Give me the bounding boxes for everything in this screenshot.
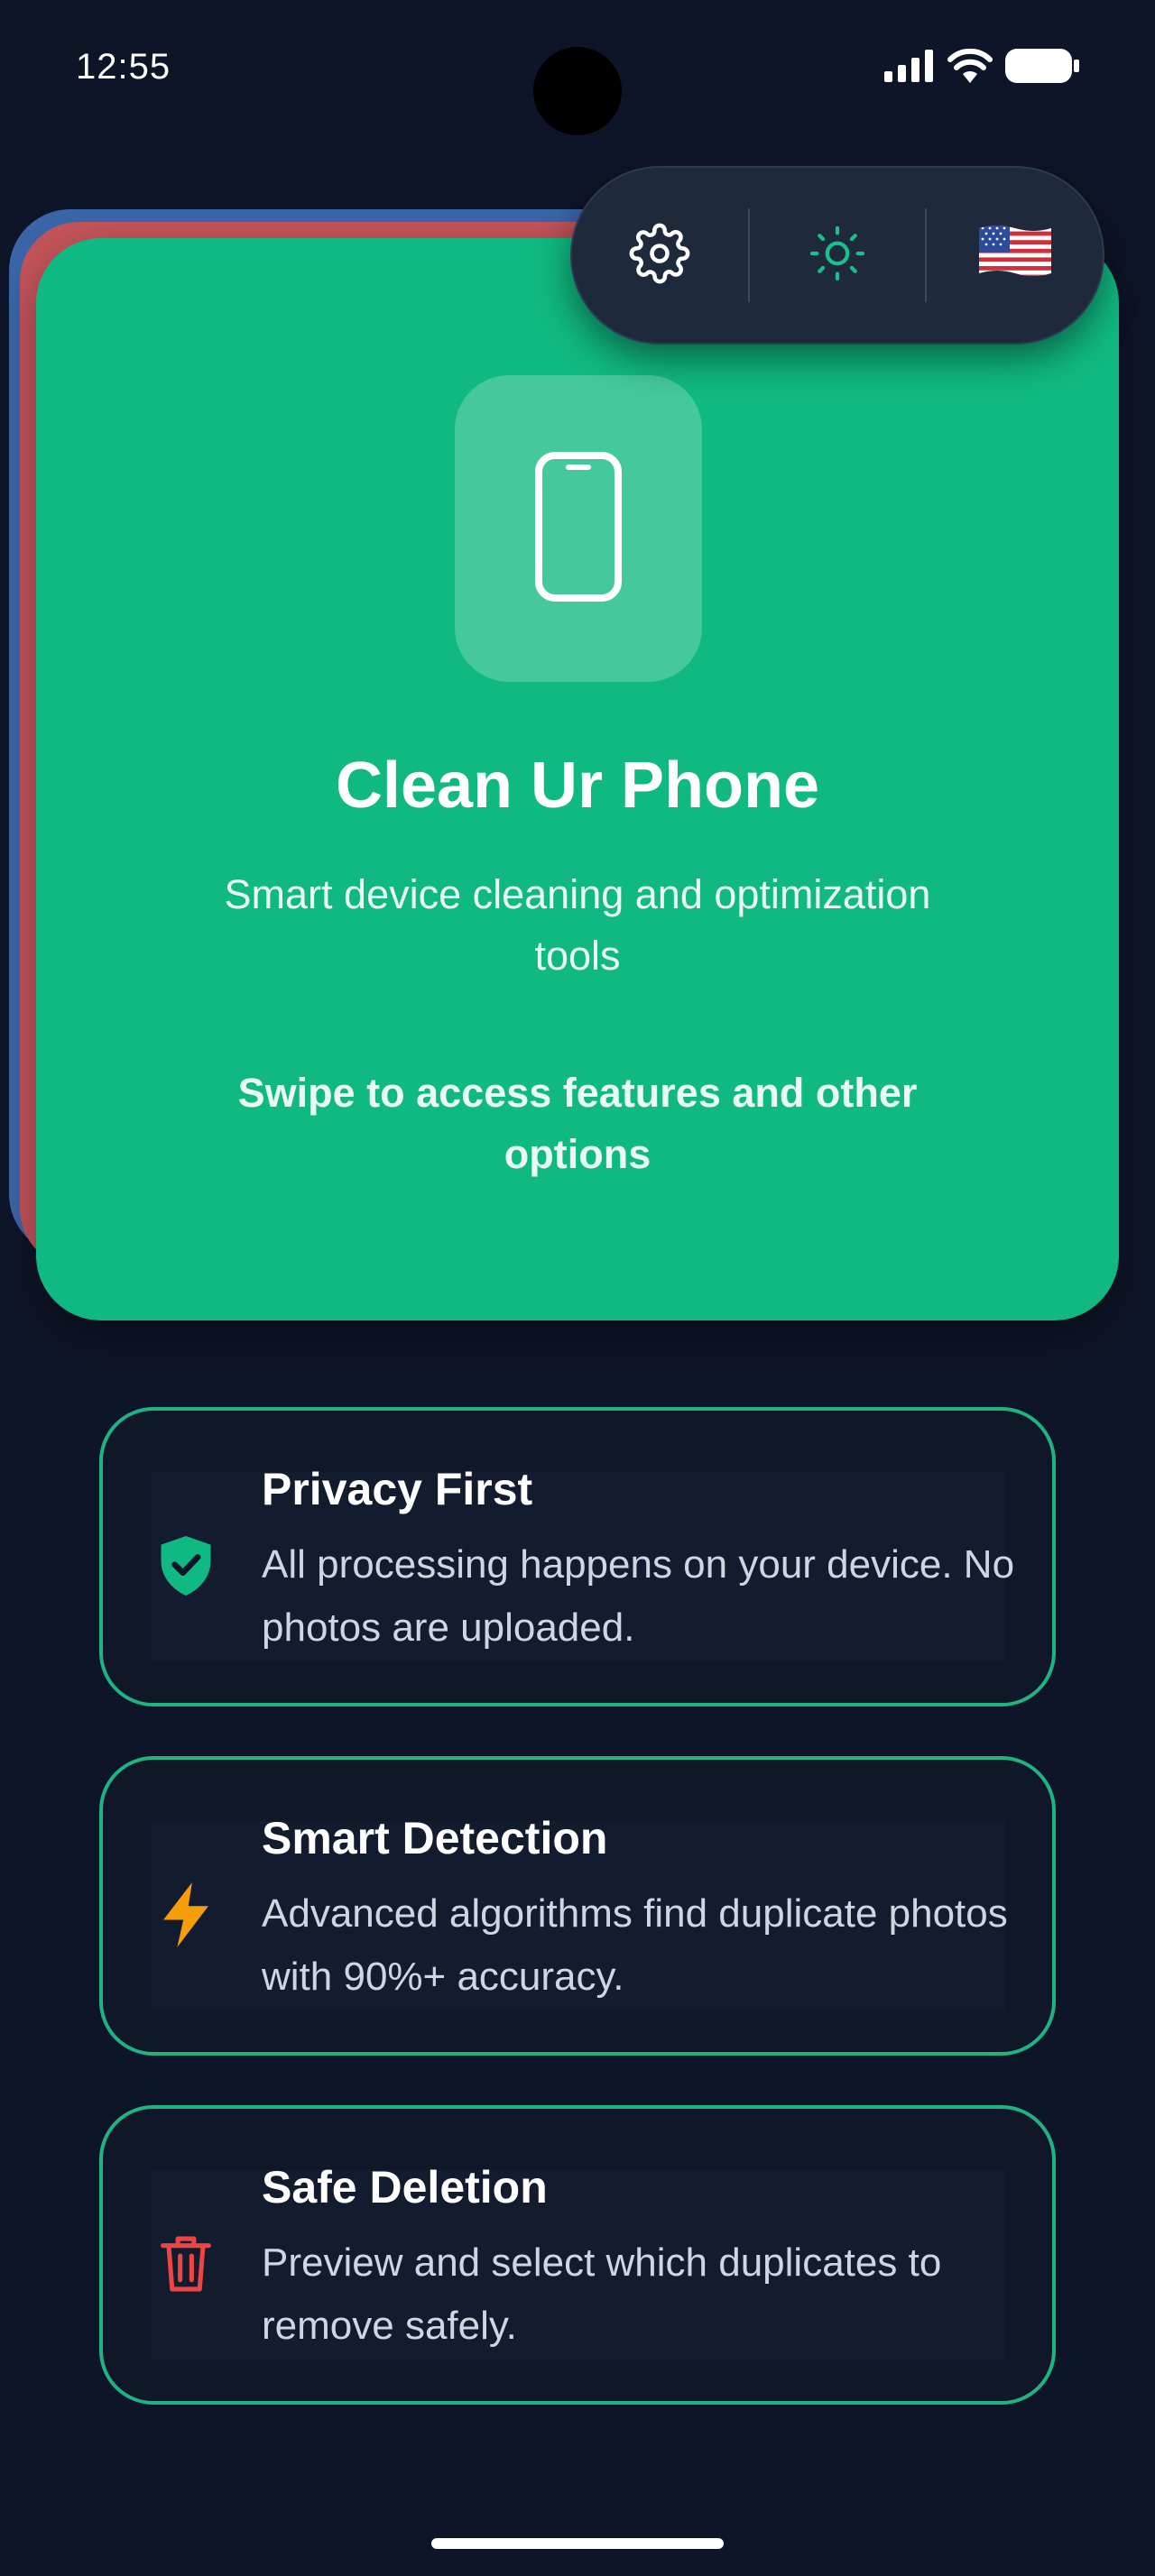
feature-description: Preview and select which duplicates to r… <box>262 2240 942 2348</box>
feature-card-privacy: Privacy First All processing happens on … <box>99 1407 1056 1707</box>
hero-subtitle: Smart device cleaning and optimization t… <box>224 871 931 979</box>
app-icon-tile <box>455 375 702 682</box>
feature-description: All processing happens on your device. N… <box>262 1542 1015 1650</box>
hero-card[interactable]: Clean Ur Phone Smart device cleaning and… <box>36 238 1119 1320</box>
settings-button[interactable] <box>572 168 748 343</box>
feature-card-deletion: Safe Deletion Preview and select which d… <box>99 2105 1056 2405</box>
status-bar: 12:55 <box>0 0 1155 144</box>
battery-icon <box>1005 49 1079 87</box>
camera-cutout <box>533 47 622 135</box>
gear-icon <box>629 223 690 289</box>
sun-icon <box>808 225 866 287</box>
lightning-icon <box>153 1882 218 1947</box>
language-button[interactable] <box>927 168 1103 343</box>
home-indicator[interactable] <box>431 2538 724 2549</box>
feature-title: Smart Detection <box>262 1813 608 1863</box>
status-icons <box>884 48 1079 87</box>
hero-title: Clean Ur Phone <box>335 750 820 822</box>
swipe-hint: Swipe to access features and other optio… <box>237 1070 918 1177</box>
feature-card-detection: Smart Detection Advanced algorithms find… <box>99 1756 1056 2056</box>
status-time: 12:55 <box>76 47 171 87</box>
us-flag-icon <box>977 223 1053 288</box>
feature-title: Safe Deletion <box>262 2162 548 2213</box>
trash-icon <box>153 2231 218 2296</box>
feature-description: Advanced algorithms find duplicate photo… <box>262 1891 1008 1999</box>
shield-check-icon <box>153 1533 218 1598</box>
smartphone-icon <box>535 451 622 606</box>
quick-toolbar <box>570 166 1104 345</box>
signal-icon <box>884 50 935 87</box>
theme-toggle-button[interactable] <box>750 168 926 343</box>
wifi-icon <box>947 48 993 87</box>
feature-title: Privacy First <box>262 1464 533 1514</box>
